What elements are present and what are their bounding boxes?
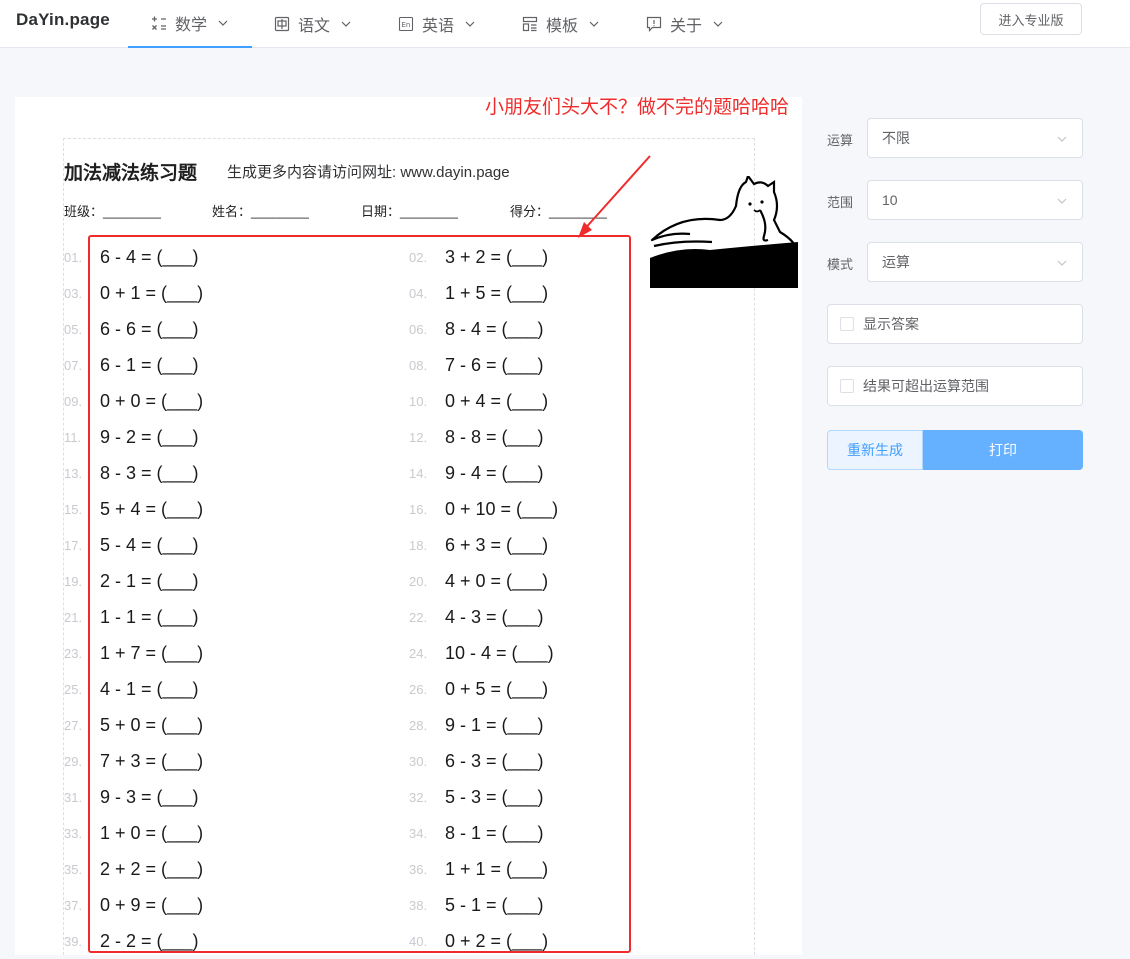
chevron-down-icon: [1057, 260, 1067, 266]
pro-version-button[interactable]: 进入专业版: [980, 3, 1082, 35]
allow-overflow-checkbox[interactable]: 结果可超出运算范围: [827, 366, 1083, 406]
class-field: 班级：________: [64, 204, 161, 219]
allow-overflow-label: 结果可超出运算范围: [863, 378, 989, 394]
svg-text:En: En: [402, 21, 411, 29]
operation-select[interactable]: 不限: [867, 118, 1083, 158]
chevron-down-icon: [340, 18, 352, 30]
mode-label: 模式: [827, 257, 854, 272]
nav-template[interactable]: 模板: [522, 0, 600, 47]
annotation-highlight-box: [88, 235, 631, 953]
template-icon: [522, 16, 538, 32]
brand-logo[interactable]: DaYin.page: [16, 10, 110, 30]
chevron-down-icon: [1057, 198, 1067, 204]
english-icon: En: [398, 16, 414, 32]
top-navbar: DaYin.page 数学 语文 En 英语 模板 关于 进入专业版: [0, 0, 1130, 48]
operation-label: 运算: [827, 133, 854, 148]
worksheet-subtitle: 生成更多内容请访问网址: www.dayin.page: [227, 164, 510, 181]
chevron-down-icon: [588, 18, 600, 30]
nav-math[interactable]: 数学: [128, 0, 252, 48]
nav-chinese-label: 语文: [298, 17, 331, 35]
operation-select-value: 不限: [882, 130, 910, 146]
date-field: 日期：________: [361, 204, 458, 219]
name-field: 姓名：________: [212, 204, 309, 219]
nav-chinese[interactable]: 语文: [274, 0, 352, 47]
mode-select[interactable]: 运算: [867, 242, 1083, 282]
print-button[interactable]: 打印: [923, 430, 1083, 470]
chevron-down-icon: [1057, 136, 1067, 142]
nav-template-label: 模板: [546, 17, 579, 35]
chevron-down-icon: [217, 17, 229, 29]
chinese-char-icon: [274, 16, 290, 32]
nav-math-label: 数学: [174, 17, 207, 34]
range-label: 范围: [827, 195, 854, 210]
nav-english[interactable]: En 英语: [398, 0, 476, 47]
cat-doodle-image: [650, 176, 798, 288]
annotation-text: 小朋友们头大不？做不完的题哈哈哈: [485, 97, 790, 118]
chevron-down-icon: [464, 18, 476, 30]
mode-select-value: 运算: [882, 254, 910, 270]
show-answer-label: 显示答案: [863, 316, 919, 332]
show-answer-checkbox[interactable]: 显示答案: [827, 304, 1083, 344]
checkbox-square-icon[interactable]: [840, 317, 854, 331]
regenerate-button[interactable]: 重新生成: [827, 430, 923, 470]
nav-about-label: 关于: [670, 17, 703, 35]
chevron-down-icon: [712, 18, 724, 30]
worksheet-title: 加法减法练习题: [64, 163, 198, 184]
range-select-value: 10: [882, 192, 898, 208]
range-select[interactable]: 10: [867, 180, 1083, 220]
print-margin-top: [63, 138, 755, 139]
checkbox-square-icon[interactable]: [840, 379, 854, 393]
score-field: 得分：________: [510, 204, 607, 219]
info-message-icon: [646, 16, 662, 32]
nav-english-label: 英语: [422, 17, 455, 35]
nav-about[interactable]: 关于: [646, 0, 724, 47]
calculator-icon: [151, 15, 167, 31]
